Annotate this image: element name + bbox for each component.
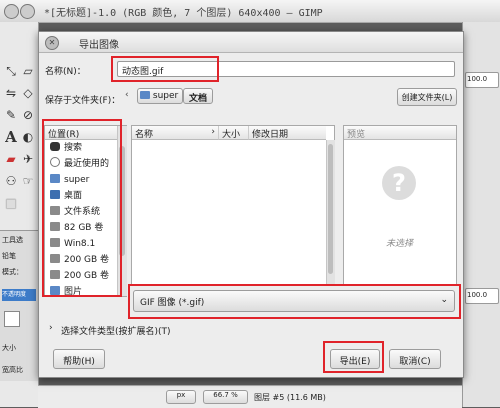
cancel-button[interactable]: 取消(C) bbox=[389, 349, 441, 369]
gimp-titlebar: *[无标题]-1.0 (RGB 颜色, 7 个图层) 640x400 – GIM… bbox=[0, 0, 500, 23]
col-name-label: 名称 bbox=[135, 130, 154, 140]
right-value-1[interactable]: 100.0 bbox=[465, 72, 499, 88]
tool-options-tab[interactable]: 工具选 bbox=[2, 235, 23, 245]
opacity-label: 不透明度 bbox=[2, 291, 27, 298]
eraser-icon[interactable]: ▰ bbox=[4, 152, 18, 166]
files-panel: 名称 › 大小 修改日期 bbox=[131, 125, 335, 285]
col-name[interactable]: 名称 › bbox=[132, 126, 218, 140]
layers-panel: 100.0 100.0 bbox=[462, 22, 500, 407]
gimp-window-title: *[无标题]-1.0 (RGB 颜色, 7 个图层) 640x400 – GIM… bbox=[44, 8, 323, 19]
mode-label: 模式： bbox=[2, 268, 23, 276]
brush-preview[interactable] bbox=[4, 311, 20, 327]
export-highlight bbox=[323, 341, 384, 373]
zoom-select[interactable]: 66.7 % bbox=[203, 390, 248, 404]
preview-header: 预览 bbox=[344, 126, 456, 140]
breadcrumb-documents[interactable]: 文档 bbox=[183, 88, 213, 104]
dialog-title: 导出图像 bbox=[79, 40, 119, 51]
files-scrollbar[interactable] bbox=[326, 140, 335, 284]
select-type-expander[interactable]: 选择文件类型(按扩展名)(T) bbox=[61, 324, 171, 337]
tool-options-panel: 工具选 铅笔 模式： 不透明度 大小 宽高比 bbox=[0, 230, 38, 381]
bucket-fill-icon[interactable]: ◐ bbox=[21, 130, 35, 144]
flip-tool-icon[interactable]: ⇋ bbox=[4, 86, 18, 100]
save-in-label: 保存于文件夹(F)： bbox=[45, 96, 121, 106]
home-folder-icon bbox=[140, 91, 150, 99]
layer-status: 图层 #5 (11.6 MB) bbox=[254, 393, 326, 402]
aspect-label: 宽高比 bbox=[2, 366, 23, 374]
filename-highlight bbox=[111, 56, 219, 82]
clone-tool-icon[interactable]: ⚇ bbox=[4, 174, 18, 188]
expander-arrow-icon[interactable]: › bbox=[49, 323, 53, 333]
pencil-label: 铅笔 bbox=[2, 252, 16, 260]
dialog-titlebar: ✕ 导出图像 bbox=[39, 32, 463, 53]
cage-tool-icon[interactable]: ◇ bbox=[21, 86, 35, 100]
breadcrumb-documents-label: 文档 bbox=[188, 94, 207, 104]
close-icon[interactable]: ✕ bbox=[45, 36, 59, 50]
preview-empty: 未选择 bbox=[386, 239, 414, 249]
smudge-tool-icon[interactable]: ☞ bbox=[21, 174, 35, 188]
airbrush-icon[interactable]: ✈ bbox=[21, 152, 35, 166]
create-folder-button[interactable]: 创建文件夹(L) bbox=[397, 88, 457, 106]
status-bar: px 66.7 % 图层 #5 (11.6 MB) bbox=[38, 385, 462, 408]
fg-bg-colors-icon[interactable]: ■ bbox=[4, 196, 18, 210]
places-highlight bbox=[42, 119, 122, 297]
paths-tool-icon[interactable]: ✎ bbox=[4, 108, 18, 122]
export-dialog: ✕ 导出图像 名称(N)： 动态图.gif 保存于文件夹(F)： ‹ super… bbox=[38, 31, 464, 378]
sort-arrow-icon: › bbox=[211, 127, 215, 137]
size-label: 大小 bbox=[2, 344, 16, 352]
col-modified[interactable]: 修改日期 bbox=[248, 126, 326, 140]
scale-tool-icon[interactable]: ⤡ bbox=[4, 64, 18, 78]
name-label: 名称(N)： bbox=[45, 67, 86, 77]
file-type-highlight bbox=[128, 284, 461, 319]
unit-select[interactable]: px bbox=[166, 390, 196, 404]
help-button[interactable]: 帮助(H) bbox=[53, 349, 105, 369]
question-icon: ? bbox=[382, 166, 416, 200]
color-picker-icon[interactable]: ⊘ bbox=[21, 108, 35, 122]
opacity-slider[interactable]: 不透明度 bbox=[2, 289, 36, 301]
minimize-window-button[interactable] bbox=[20, 4, 35, 19]
close-window-button[interactable] bbox=[4, 4, 19, 19]
col-size[interactable]: 大小 bbox=[218, 126, 248, 140]
shear-tool-icon[interactable]: ▱ bbox=[21, 64, 35, 78]
right-value-2[interactable]: 100.0 bbox=[465, 288, 499, 304]
breadcrumb-super-label: super bbox=[152, 91, 179, 101]
back-arrow-icon[interactable]: ‹ bbox=[125, 90, 135, 100]
preview-panel: 预览 ? 未选择 bbox=[343, 125, 457, 285]
files-scroll-thumb[interactable] bbox=[328, 144, 333, 274]
text-tool-icon[interactable]: A bbox=[4, 130, 18, 145]
breadcrumb-super[interactable]: super bbox=[137, 88, 183, 104]
